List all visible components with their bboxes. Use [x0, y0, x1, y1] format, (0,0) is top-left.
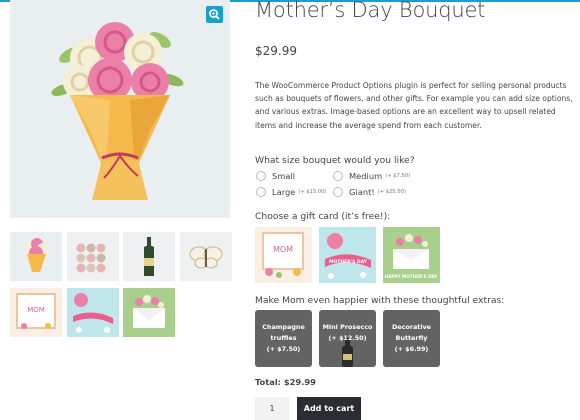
size-option-small[interactable]: Small: [256, 171, 295, 181]
gift-card-option-mothers-day[interactable]: MOTHER'S DAY: [319, 227, 376, 283]
bouquet-illustration: [51, 22, 184, 200]
size-option-price: (+ $7.50): [385, 173, 411, 179]
size-option-price: (+ $25.00): [377, 189, 406, 195]
size-option-label: Giant!: [349, 187, 375, 197]
size-option-label: Large: [272, 187, 296, 197]
gift-card-question-label: Choose a gift card (it’s free!):: [255, 211, 391, 222]
size-option-label: Small: [272, 171, 296, 181]
extra-option-price: (+ $6.99): [394, 345, 429, 353]
radio-icon[interactable]: [333, 187, 343, 197]
radio-icon[interactable]: [256, 187, 266, 197]
extra-option-champagne-truffles[interactable]: Champagne truffles (+ $7.50): [255, 310, 312, 367]
extra-option-decorative-butterfly[interactable]: Decorative Butterfly (+ $6.99): [383, 310, 440, 367]
size-option-label: Medium: [349, 171, 383, 181]
thumbnail-champagne-bottle[interactable]: [123, 232, 175, 281]
gift-card-option-happy-mothers-day[interactable]: HAPPY MOTHER'S DAY: [383, 227, 440, 283]
extra-option-name-line1: Decorative: [391, 323, 432, 331]
extra-option-price: (+ $7.50): [266, 345, 301, 353]
extras-question-label: Make Mom even happier with these thought…: [255, 295, 505, 306]
svg-text:MOM: MOM: [27, 306, 45, 314]
extra-option-name-line2: Butterfly: [395, 334, 428, 342]
product-main-image[interactable]: [10, 0, 230, 218]
magnify-icon[interactable]: [206, 6, 223, 23]
thumbnail-macarons[interactable]: [67, 232, 119, 281]
extra-option-mini-prosecco[interactable]: Mini Prosecco (+ $12.50): [319, 310, 376, 367]
gift-card-option-mom[interactable]: MOM: [255, 227, 312, 283]
thumbnail-bouquet[interactable]: [10, 232, 62, 281]
add-to-cart-button[interactable]: Add to cart: [297, 397, 361, 420]
extra-option-name-line2: truffles: [270, 334, 297, 342]
gift-card-text: HAPPY MOTHER'S DAY: [385, 274, 439, 279]
thumbnail-flower-envelope[interactable]: [123, 288, 175, 337]
size-option-giant[interactable]: Giant! (+ $25.00): [333, 187, 406, 197]
thumbnail-mom-card[interactable]: MOM: [10, 288, 62, 337]
extra-option-name-line1: Champagne: [262, 323, 305, 331]
size-option-medium[interactable]: Medium (+ $7.50): [333, 171, 410, 181]
radio-icon[interactable]: [256, 171, 266, 181]
size-question-label: What size bouquet would you like?: [255, 155, 415, 166]
extra-option-price: (+ $12.50): [328, 334, 367, 342]
size-option-large[interactable]: Large (+ $15.00): [256, 187, 327, 197]
quantity-input[interactable]: 1: [255, 397, 289, 420]
gift-card-text: MOM: [273, 245, 293, 254]
extra-option-name-line1: Mini Prosecco: [322, 323, 373, 331]
product-description: The WooCommerce Product Options plugin i…: [255, 81, 573, 130]
total-price: Total: $29.99: [255, 377, 316, 387]
product-title: Mother’s Day Bouquet: [255, 0, 486, 22]
thumbnail-mothers-day-card[interactable]: [67, 288, 119, 337]
gift-card-text: MOTHER'S DAY: [329, 259, 368, 265]
thumbnail-butterfly[interactable]: [180, 232, 232, 281]
product-price: $29.99: [255, 44, 297, 58]
size-option-price: (+ $15.00): [298, 189, 327, 195]
radio-icon[interactable]: [333, 171, 343, 181]
